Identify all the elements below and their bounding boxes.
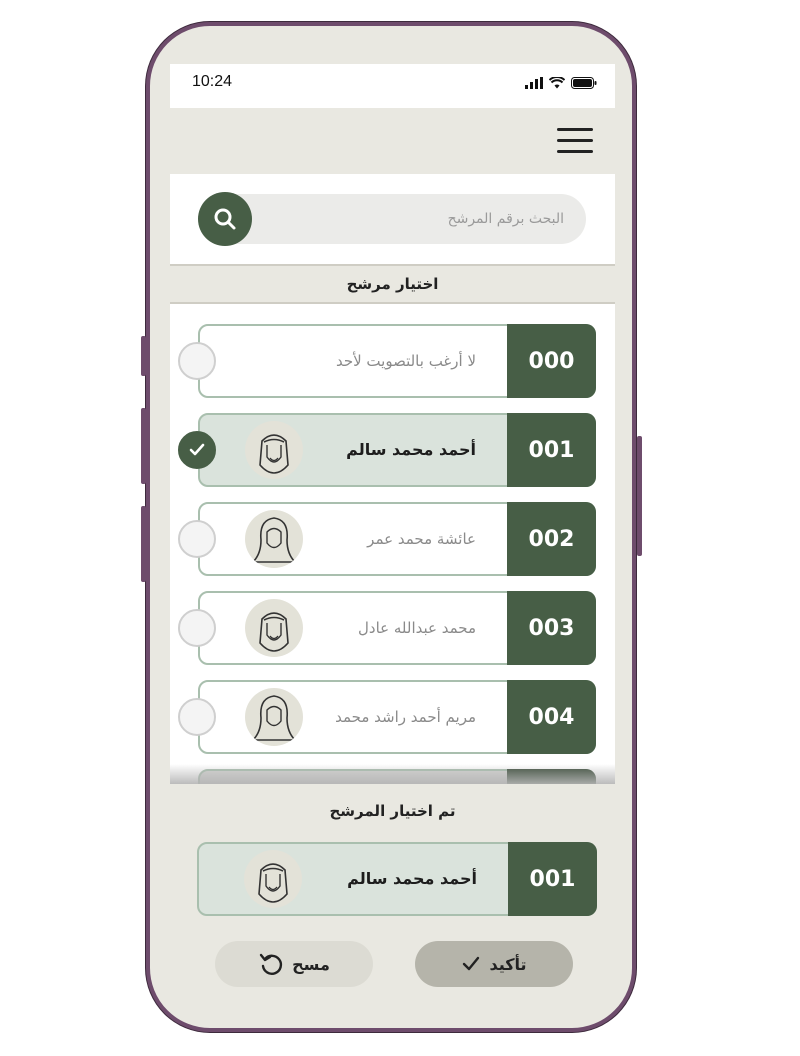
selected-candidate-number: 001	[508, 842, 597, 916]
candidate-number: 000	[507, 324, 596, 398]
radio-button[interactable]	[178, 698, 216, 736]
section-title: اختيار مرشح	[170, 264, 615, 304]
selected-candidate-name: أحمد محمد سالم	[347, 869, 477, 888]
radio-button[interactable]	[178, 342, 216, 380]
side-button	[141, 506, 146, 582]
signal-icon	[525, 77, 543, 89]
wifi-icon	[549, 77, 565, 89]
candidate-name: لا أرغب بالتصويت لأحد	[335, 352, 476, 370]
female-avatar-icon	[245, 510, 303, 568]
candidate-name: محمد عبدالله عادل	[358, 619, 476, 637]
candidate-row[interactable]: 002 عائشة محمد عمر	[178, 502, 596, 576]
status-bar: 10:24	[170, 64, 615, 108]
check-icon	[463, 956, 480, 971]
side-button	[141, 336, 146, 376]
candidate-number: 004	[507, 680, 596, 754]
status-time: 10:24	[192, 73, 233, 90]
candidate-number: 002	[507, 502, 596, 576]
clear-button[interactable]: مسح	[215, 941, 373, 987]
male-avatar-icon	[245, 421, 303, 479]
candidate-row[interactable]: 001 أحمد محمد سالم	[178, 413, 596, 487]
power-button	[637, 436, 642, 556]
battery-icon	[571, 77, 597, 89]
status-icons	[525, 77, 597, 89]
selected-candidate-card: 001 أحمد محمد سالم	[197, 842, 597, 916]
female-avatar-icon	[245, 688, 303, 746]
candidate-name: أحمد محمد سالم	[346, 440, 476, 459]
app-header	[170, 108, 615, 174]
confirm-label: تأكيد	[489, 954, 527, 974]
candidate-number: 003	[507, 591, 596, 665]
candidate-row[interactable]: 000 لا أرغب بالتصويت لأحد	[178, 324, 596, 398]
male-avatar-icon	[244, 850, 302, 908]
search-input[interactable]	[200, 194, 586, 244]
side-button	[141, 408, 146, 484]
search-area	[170, 174, 615, 264]
clear-label: مسح	[292, 954, 330, 974]
candidate-name: عائشة محمد عمر	[367, 530, 476, 548]
radio-button-checked[interactable]	[178, 431, 216, 469]
check-icon	[189, 443, 205, 456]
hamburger-icon[interactable]	[557, 128, 593, 156]
search-icon	[214, 208, 236, 230]
scroll-fade	[170, 764, 615, 784]
candidate-name: مريم أحمد راشد محمد	[335, 708, 476, 726]
search-button[interactable]	[198, 192, 252, 246]
radio-button[interactable]	[178, 520, 216, 558]
confirm-button[interactable]: تأكيد	[415, 941, 573, 987]
candidate-row[interactable]: 003 محمد عبدالله عادل	[178, 591, 596, 665]
undo-icon	[259, 953, 283, 975]
candidate-row[interactable]: 004 مريم أحمد راشد محمد	[178, 680, 596, 754]
candidate-number: 001	[507, 413, 596, 487]
radio-button[interactable]	[178, 609, 216, 647]
app-screen: 10:24 البحث برقم المرشح اختيار مرشح 000 …	[170, 64, 615, 784]
male-avatar-icon	[245, 599, 303, 657]
selected-title: تم اختيار المرشح	[329, 802, 456, 820]
candidate-list: 000 لا أرغب بالتصويت لأحد 001 أحمد محمد …	[170, 304, 615, 784]
